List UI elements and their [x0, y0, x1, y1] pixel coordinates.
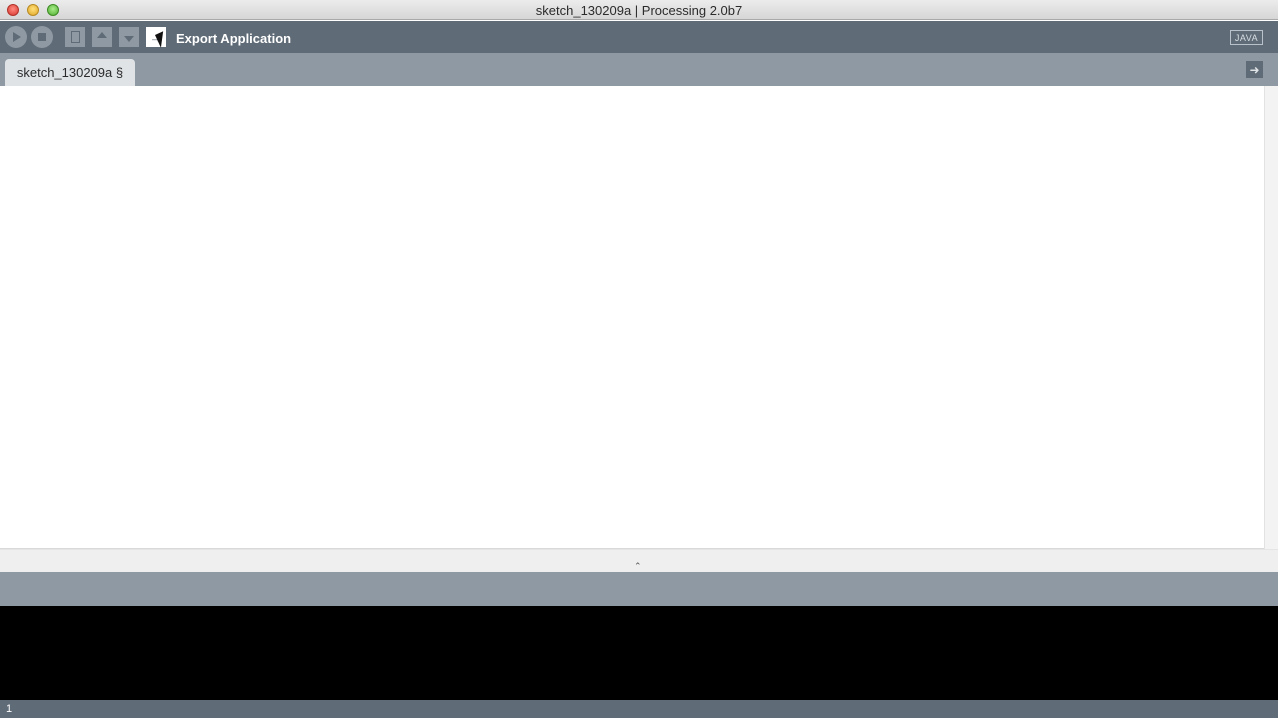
- save-button[interactable]: [119, 27, 139, 47]
- arrow-down-icon: [124, 36, 134, 42]
- console-output[interactable]: [0, 606, 1278, 700]
- tab-menu-button[interactable]: ➜: [1246, 61, 1263, 78]
- title-bar: sketch_130209a | Processing 2.0b7: [0, 0, 1278, 20]
- code-editor[interactable]: [0, 86, 1264, 549]
- processing-window: sketch_130209a | Processing 2.0b7 → Expo…: [0, 0, 1278, 718]
- new-button[interactable]: [65, 27, 85, 47]
- toolbar-hover-label: Export Application: [176, 31, 292, 46]
- stop-icon: [38, 33, 46, 41]
- run-button[interactable]: [5, 26, 27, 48]
- window-title: sketch_130209a | Processing 2.0b7: [535, 3, 743, 18]
- message-area: [0, 572, 1278, 606]
- play-icon: [13, 32, 21, 42]
- arrow-up-icon: [97, 32, 107, 38]
- line-number: 1: [6, 703, 13, 715]
- new-document-icon: [70, 31, 80, 43]
- split-divider[interactable]: ⌃: [0, 549, 1278, 572]
- stop-button[interactable]: [31, 26, 53, 48]
- mode-selector[interactable]: JAVA: [1230, 30, 1263, 45]
- arrow-right-icon: ➜: [1249, 62, 1260, 77]
- editor-scrollbar[interactable]: [1264, 86, 1278, 549]
- status-bar: 1: [0, 700, 1278, 718]
- tab-sketch[interactable]: sketch_130209a §: [5, 59, 135, 86]
- divider-handle-icon: ⌃: [634, 561, 642, 571]
- tab-bar: sketch_130209a § ➜: [0, 53, 1278, 86]
- toolbar: → Export Application JAVA: [0, 21, 1278, 53]
- open-button[interactable]: [92, 27, 112, 47]
